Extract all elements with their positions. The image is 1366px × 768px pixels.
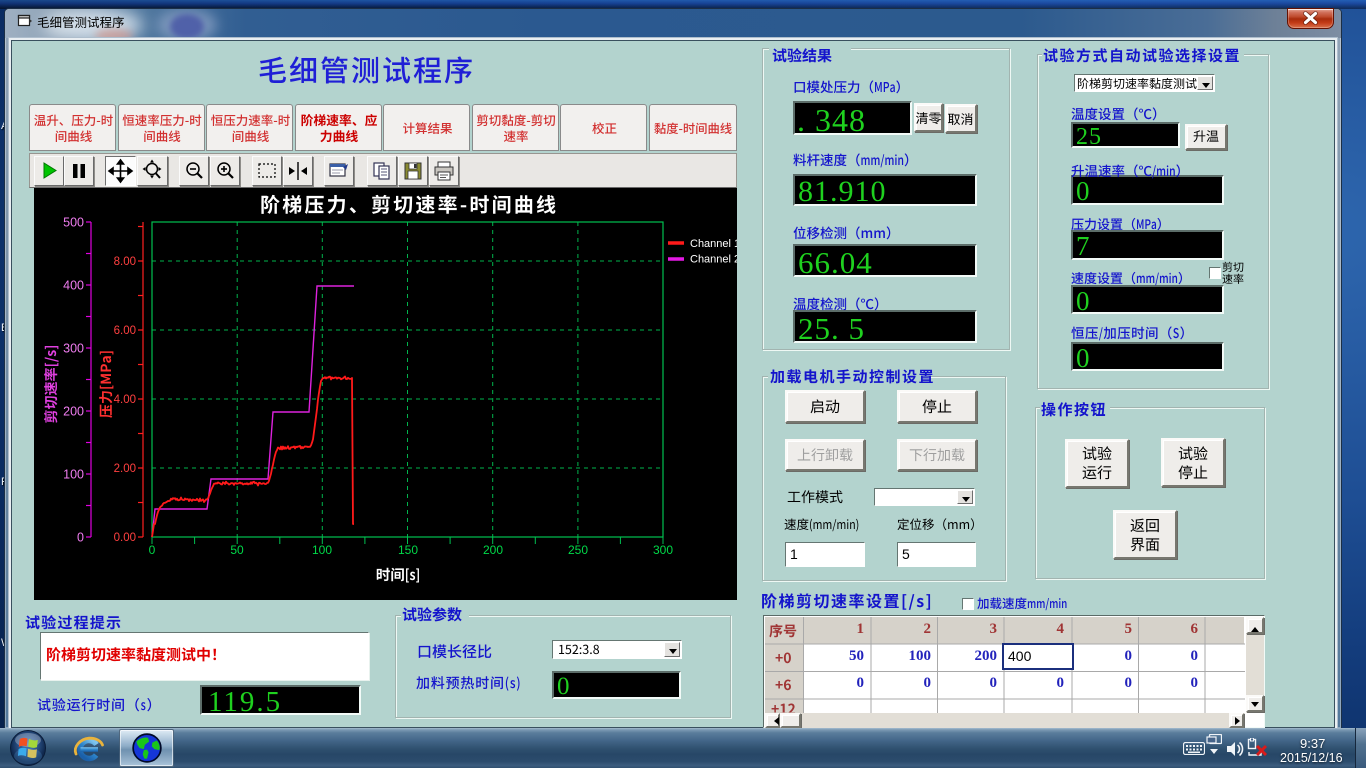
svg-text:0: 0 (77, 531, 84, 545)
svg-text:300: 300 (63, 342, 84, 356)
svg-text:100: 100 (312, 543, 332, 557)
svg-text:8.00: 8.00 (114, 256, 136, 268)
svg-text:400: 400 (63, 279, 84, 293)
svg-text:0.00: 0.00 (114, 532, 136, 544)
svg-text:50: 50 (230, 543, 244, 557)
svg-text:Channel 1: Channel 1 (690, 238, 737, 250)
svg-text:6.00: 6.00 (114, 325, 136, 337)
svg-text:2.00: 2.00 (114, 463, 136, 475)
svg-text:250: 250 (568, 543, 588, 557)
svg-text:300: 300 (653, 543, 673, 557)
svg-text:0: 0 (149, 543, 156, 557)
svg-text:200: 200 (63, 405, 84, 419)
svg-text:200: 200 (483, 543, 503, 557)
svg-text:4.00: 4.00 (114, 394, 136, 406)
svg-text:150: 150 (398, 543, 418, 557)
svg-text:Channel 2: Channel 2 (690, 254, 737, 266)
svg-text:500: 500 (63, 216, 84, 230)
svg-text:100: 100 (63, 468, 84, 482)
